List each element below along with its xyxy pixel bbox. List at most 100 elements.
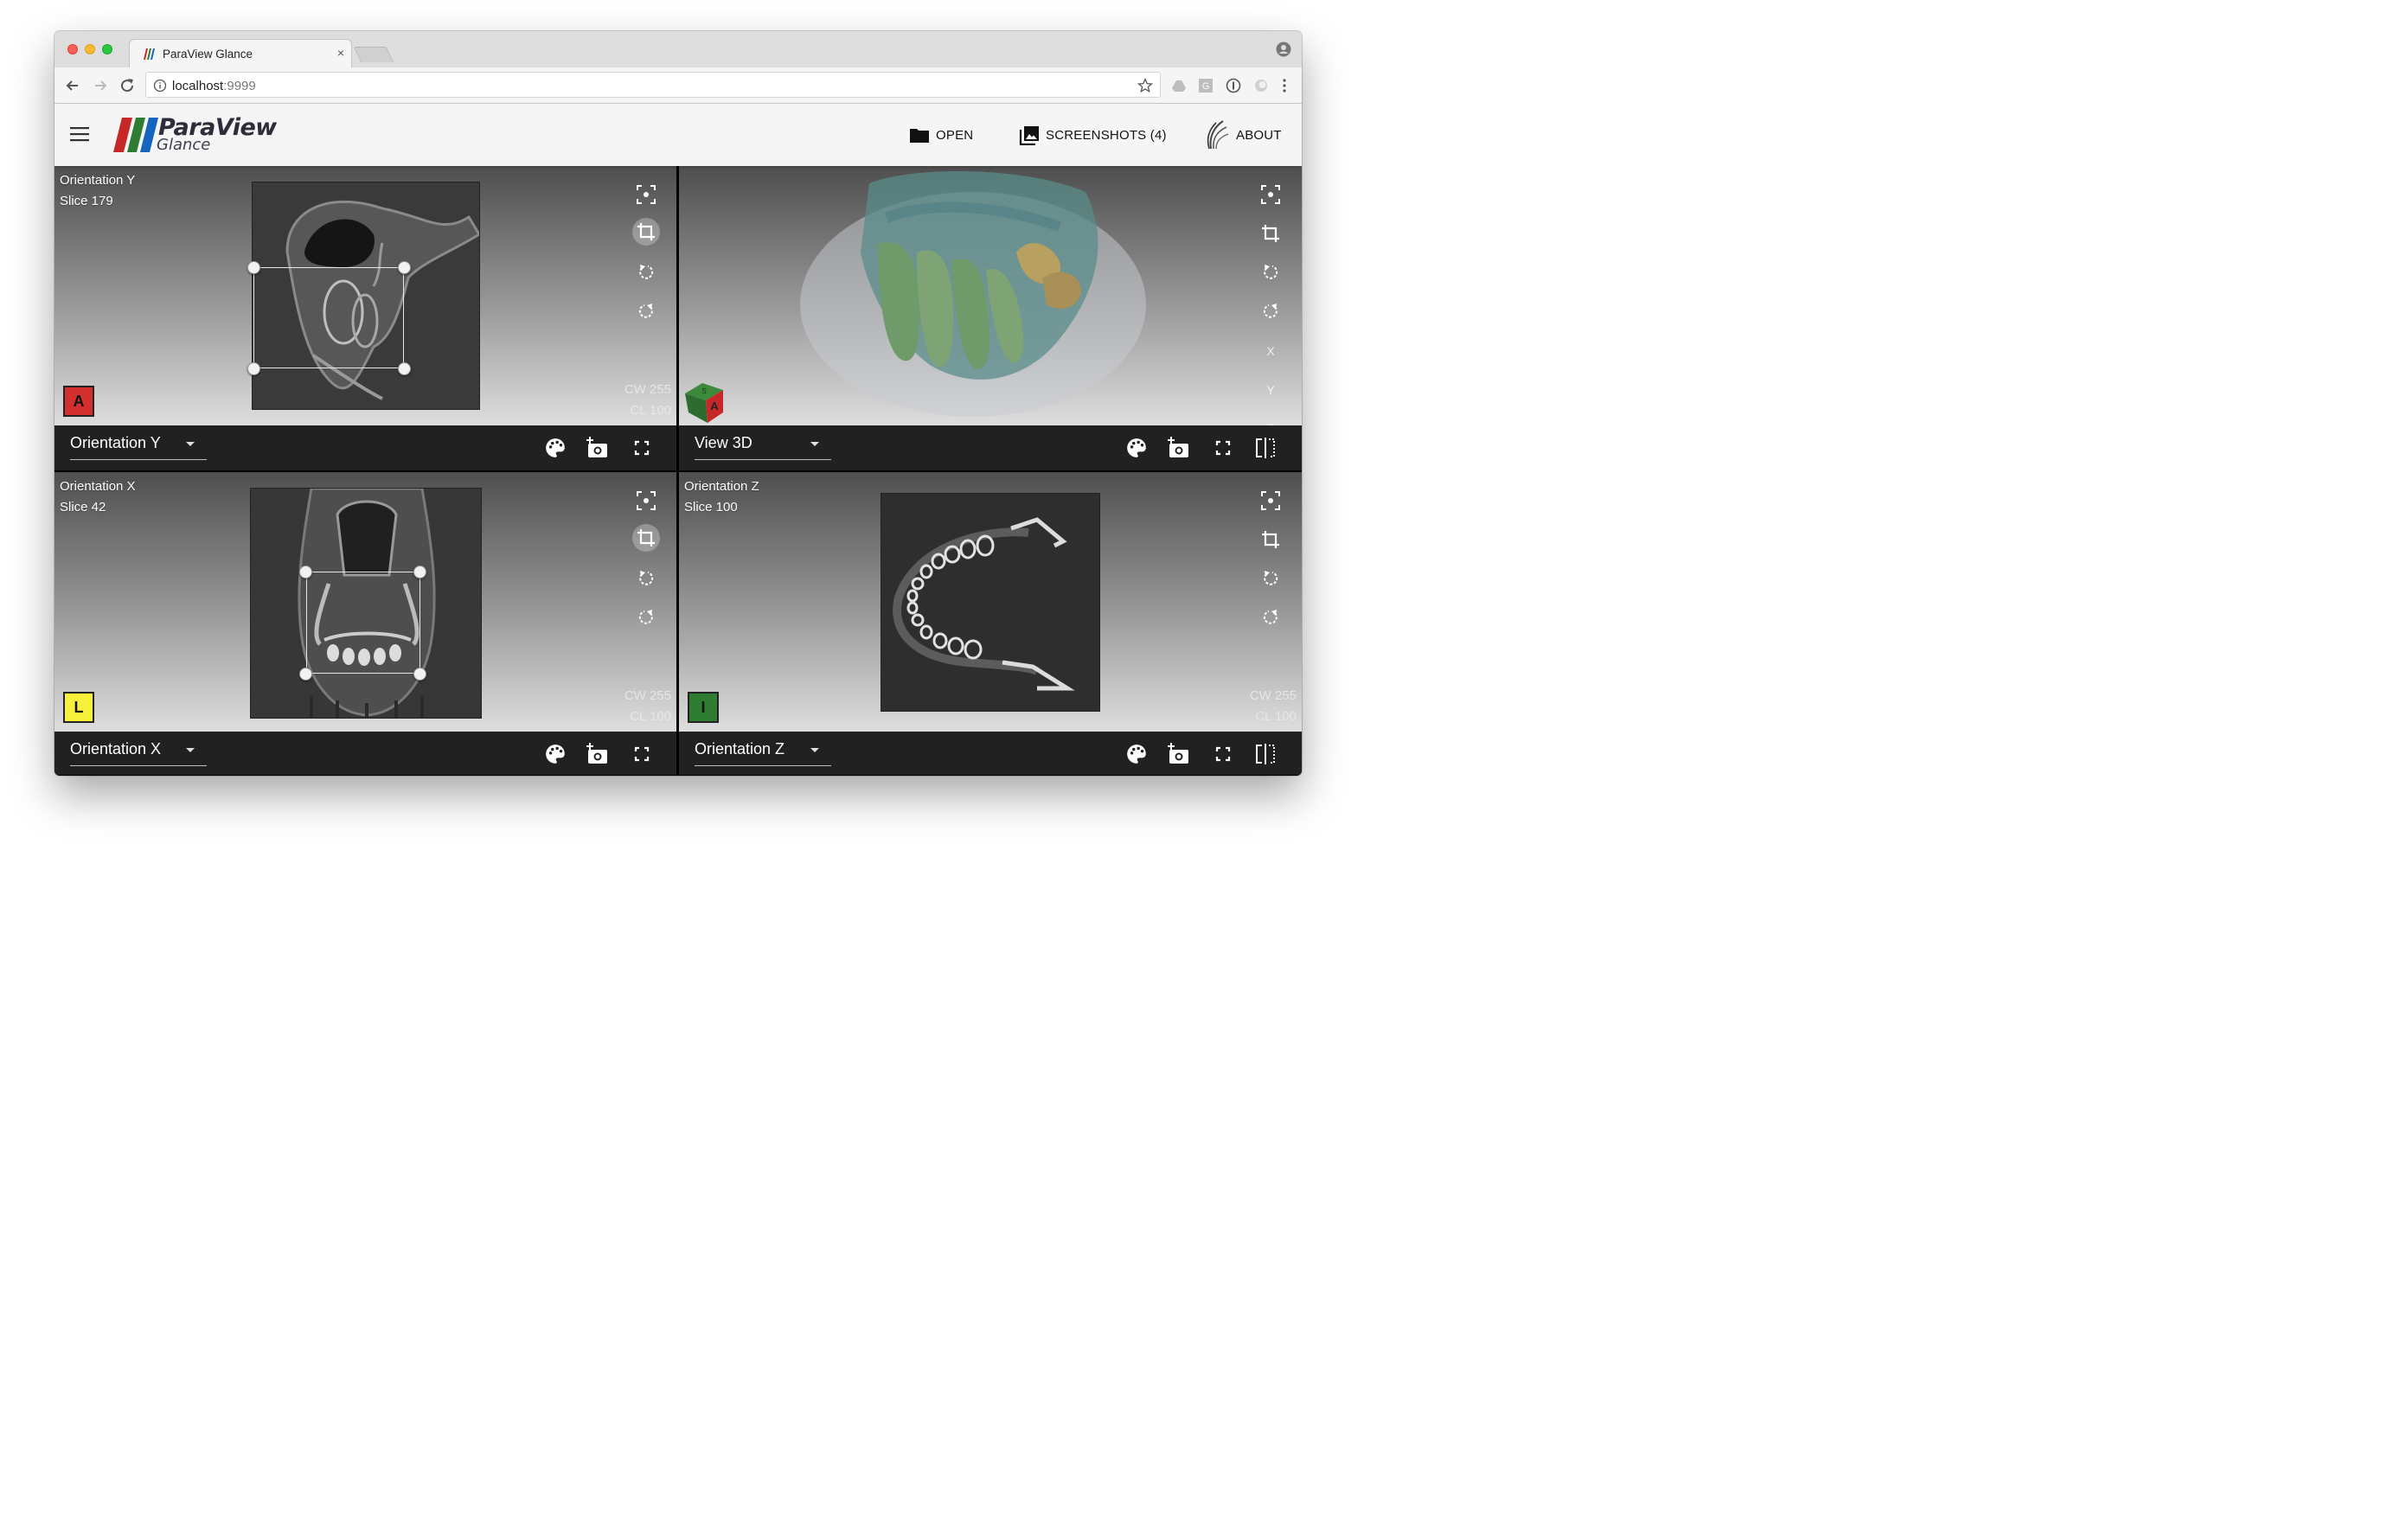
slice-label: Slice 179 [60, 194, 113, 208]
paraview-favicon-icon [144, 48, 155, 60]
palette-icon[interactable] [544, 743, 567, 765]
dropdown-caret-icon [186, 748, 195, 752]
maximize-window-button[interactable] [102, 44, 112, 54]
fullscreen-icon[interactable] [631, 437, 653, 459]
split-view-icon[interactable] [1254, 743, 1277, 765]
rotate-right-icon[interactable] [635, 300, 657, 323]
add-photo-icon[interactable] [1167, 437, 1189, 459]
orientation-badge: A [63, 386, 94, 417]
rotate-left-icon[interactable] [635, 261, 657, 284]
info-icon[interactable] [153, 79, 167, 93]
browser-toolbar: localhost:9999 G [54, 67, 1302, 104]
color-level-label: CL 100 [630, 403, 671, 418]
fullscreen-icon[interactable] [1212, 743, 1234, 765]
new-tab-button[interactable] [353, 47, 394, 62]
view-toolbar: View 3D [679, 425, 1302, 470]
rotate-right-icon[interactable] [1259, 300, 1282, 323]
dropdown-caret-icon [186, 442, 195, 446]
menu-icon[interactable] [70, 126, 89, 142]
fullscreen-icon[interactable] [631, 743, 653, 765]
forward-icon[interactable] [91, 76, 110, 95]
add-photo-icon[interactable] [1167, 743, 1189, 765]
orientation-cube-icon[interactable]: A S [682, 378, 727, 425]
reload-icon[interactable] [118, 76, 137, 95]
view-type-value: Orientation Z [695, 740, 785, 758]
browser-titlebar: ParaView Glance × [54, 31, 1302, 67]
slice-viewport-x[interactable]: Orientation X Slice 42 CW 255 CL 100 L [54, 472, 676, 732]
logo-glance-text: Glance [157, 136, 211, 154]
dropdown-caret-icon [810, 442, 819, 446]
rotate-left-icon[interactable] [635, 567, 657, 590]
slice-label: Slice 100 [684, 500, 738, 515]
axis-x-button[interactable]: X [1259, 344, 1282, 358]
url-host: localhost [172, 79, 224, 93]
view-type-select[interactable]: Orientation Z [695, 740, 831, 766]
orientation-label: Orientation X [60, 479, 136, 494]
crop-handle[interactable] [299, 566, 312, 579]
color-window-label: CW 255 [624, 382, 671, 397]
about-button[interactable]: ABOUT [1206, 104, 1282, 166]
focus-icon[interactable] [1259, 489, 1282, 512]
crop-icon[interactable] [1259, 528, 1282, 551]
view-type-select[interactable]: Orientation X [70, 740, 207, 766]
close-window-button[interactable] [67, 44, 78, 54]
view-type-select[interactable]: View 3D [695, 434, 831, 460]
browser-menu-icon[interactable] [1277, 78, 1292, 93]
view-toolbar: Orientation Y [54, 425, 676, 470]
palette-icon[interactable] [544, 437, 567, 459]
rotate-right-icon[interactable] [635, 606, 657, 629]
focus-icon[interactable] [1259, 183, 1282, 206]
crop-handle[interactable] [299, 668, 312, 681]
rotate-left-icon[interactable] [1259, 261, 1282, 284]
axis-y-button[interactable]: Y [1259, 383, 1282, 397]
crop-handle[interactable] [413, 566, 426, 579]
crop-handle[interactable] [398, 261, 411, 274]
crop-icon[interactable] [1259, 222, 1282, 245]
crop-handle[interactable] [398, 362, 411, 375]
password-extension-icon[interactable] [1226, 78, 1241, 93]
view-type-value: Orientation Y [70, 434, 161, 451]
view-type-value: Orientation X [70, 740, 162, 758]
crop-icon[interactable] [632, 524, 660, 552]
crop-handle[interactable] [247, 261, 260, 274]
drive-extension-icon[interactable] [1171, 78, 1187, 93]
view-toolbar: Orientation Z [679, 732, 1302, 775]
palette-icon[interactable] [1125, 437, 1148, 459]
screenshots-button[interactable]: SCREENSHOTS (4) [1019, 104, 1167, 166]
crop-handle[interactable] [247, 362, 260, 375]
add-photo-icon[interactable] [586, 437, 608, 459]
fullscreen-icon[interactable] [1212, 437, 1234, 459]
profile-icon[interactable] [1276, 42, 1291, 57]
view-3d[interactable]: A S X Y View 3D [679, 166, 1302, 470]
volume-viewport-3d[interactable]: A S X Y [679, 166, 1302, 425]
palette-icon[interactable] [1125, 743, 1148, 765]
browser-tab[interactable]: ParaView Glance × [129, 39, 352, 67]
crop-box[interactable] [253, 267, 404, 368]
cube-top-label: S [701, 387, 706, 395]
rotate-left-icon[interactable] [1259, 567, 1282, 590]
bookmark-star-icon[interactable] [1137, 78, 1153, 93]
address-bar[interactable]: localhost:9999 [145, 72, 1161, 98]
minimize-window-button[interactable] [85, 44, 95, 54]
open-button[interactable]: OPEN [909, 104, 973, 166]
focus-icon[interactable] [635, 489, 657, 512]
crop-icon[interactable] [632, 218, 660, 246]
crop-box[interactable] [306, 572, 420, 674]
tab-close-icon[interactable]: × [337, 46, 344, 60]
color-window-label: CW 255 [1249, 688, 1297, 703]
view-type-select[interactable]: Orientation Y [70, 434, 207, 460]
rotate-right-icon[interactable] [1259, 606, 1282, 629]
split-view-icon[interactable] [1254, 437, 1277, 459]
circle-extension-icon[interactable] [1253, 78, 1269, 93]
crop-handle[interactable] [413, 668, 426, 681]
view-orientation-x[interactable]: Orientation X Slice 42 CW 255 CL 100 L O… [54, 472, 676, 776]
focus-icon[interactable] [635, 183, 657, 206]
back-icon[interactable] [63, 76, 82, 95]
slice-viewport-z[interactable]: Orientation Z Slice 100 CW 255 CL 100 I [679, 472, 1302, 732]
svg-text:G: G [1202, 81, 1210, 92]
g-extension-icon[interactable]: G [1198, 78, 1214, 93]
slice-viewport-y[interactable]: Orientation Y Slice 179 CW 255 CL 100 A [54, 166, 676, 425]
add-photo-icon[interactable] [586, 743, 608, 765]
view-orientation-z[interactable]: Orientation Z Slice 100 CW 255 CL 100 I [679, 472, 1302, 776]
view-orientation-y[interactable]: Orientation Y Slice 179 CW 255 CL 100 A [54, 166, 676, 470]
